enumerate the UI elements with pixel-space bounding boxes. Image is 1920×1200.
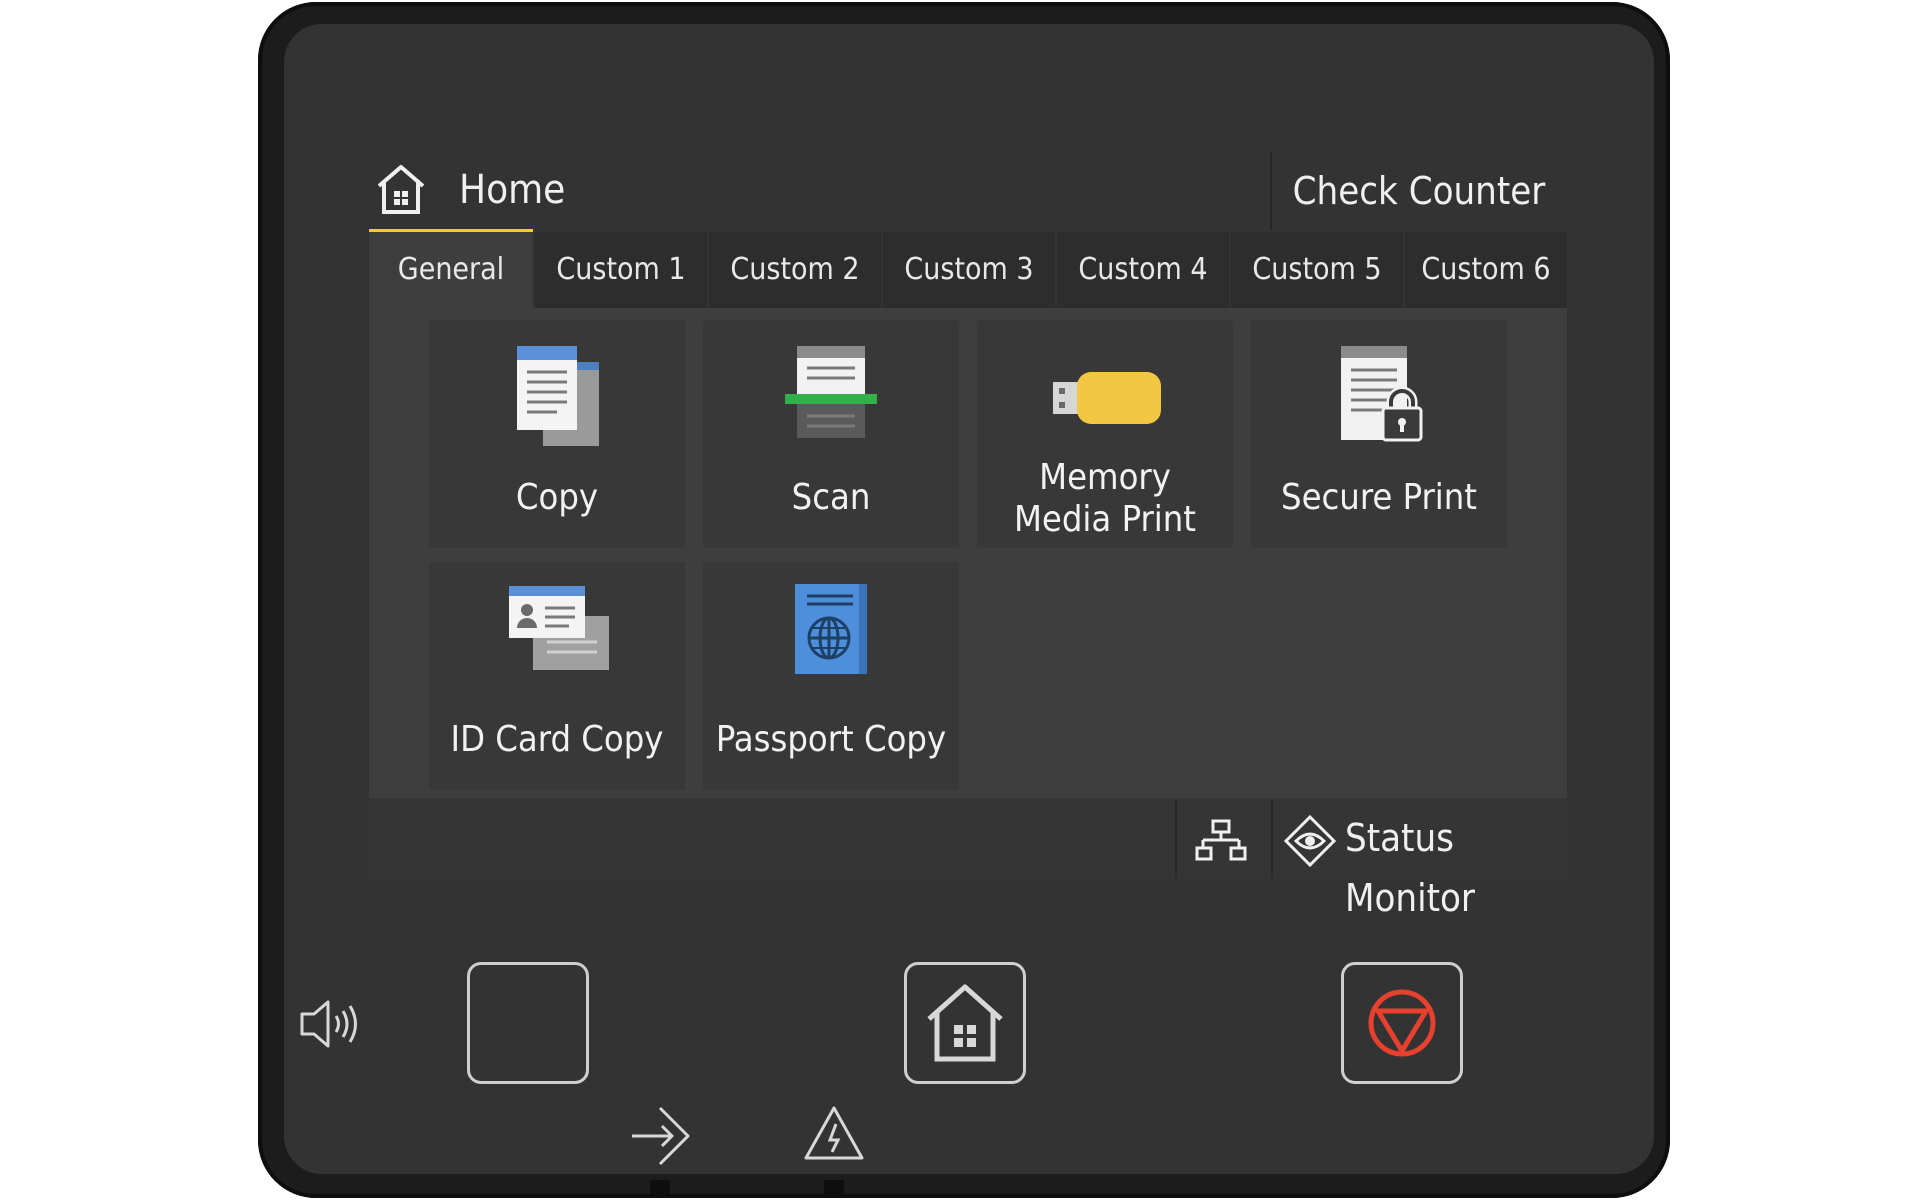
status-divider <box>1271 798 1273 878</box>
tile-label: ID Card Copy <box>450 719 664 760</box>
status-divider <box>1175 798 1177 878</box>
eye-diamond-icon[interactable] <box>1283 814 1337 868</box>
tile-label: Passport Copy <box>715 719 947 760</box>
stop-button[interactable] <box>1341 962 1463 1084</box>
memory-media-print-tile[interactable]: Memory Media Print <box>977 320 1233 548</box>
tile-label-line-1: Memory <box>1039 457 1171 498</box>
page-title: Home <box>459 167 566 213</box>
sleep-button[interactable] <box>467 962 589 1084</box>
tab-general[interactable]: General <box>369 232 533 308</box>
warning-icon <box>804 1106 864 1160</box>
tile-label: Secure Print <box>1281 477 1477 518</box>
check-counter-button[interactable]: Check Counter <box>1274 152 1564 230</box>
header-bar: Home Check Counter <box>369 152 1567 232</box>
home-icon <box>377 165 425 214</box>
id-card-icon <box>509 586 609 670</box>
tab-custom-5[interactable]: Custom 5 <box>1231 232 1403 308</box>
scan-icon <box>785 346 877 438</box>
tile-label-line-2: Media Print <box>1013 499 1196 540</box>
tile-label: Copy <box>515 477 599 518</box>
tab-bar: General Custom 1 Custom 2 Custom 3 Custo… <box>369 232 1567 308</box>
network-icon[interactable] <box>1195 818 1247 864</box>
tile-label: Scan <box>791 477 871 518</box>
header-divider <box>1270 152 1272 230</box>
status-bar: Status Monitor <box>369 798 1567 920</box>
secure-print-tile[interactable]: Secure Print <box>1251 320 1507 548</box>
id-card-copy-tile[interactable]: ID Card Copy <box>429 562 685 790</box>
function-panel: Copy Scan Memory Media Print Secure Prin… <box>369 308 1567 798</box>
touch-screen: Home Check Counter General Custom 1 Cust… <box>369 152 1567 920</box>
scan-tile[interactable]: Scan <box>703 320 959 548</box>
tab-custom-4[interactable]: Custom 4 <box>1057 232 1229 308</box>
tab-custom-6[interactable]: Custom 6 <box>1405 232 1567 308</box>
copy-icon <box>517 346 599 446</box>
moon-icon <box>505 997 540 1054</box>
secure-print-icon <box>1341 346 1423 442</box>
passport-copy-tile[interactable]: Passport Copy <box>703 562 959 790</box>
tab-custom-2[interactable]: Custom 2 <box>709 232 881 308</box>
usb-memory-icon <box>1053 372 1161 424</box>
tab-custom-3[interactable]: Custom 3 <box>883 232 1055 308</box>
home-hardware-button[interactable] <box>904 962 1026 1084</box>
arrow-in-icon <box>632 1106 690 1166</box>
passport-icon <box>795 584 867 674</box>
home-icon <box>927 984 1003 1062</box>
indicator-lamp <box>824 1180 844 1194</box>
tab-custom-1[interactable]: Custom 1 <box>535 232 707 308</box>
speaker-icon[interactable] <box>298 996 362 1052</box>
status-monitor-button[interactable]: Status Monitor <box>1345 808 1567 928</box>
stop-icon <box>1368 989 1436 1057</box>
copy-tile[interactable]: Copy <box>429 320 685 548</box>
indicator-lamp <box>650 1180 670 1194</box>
